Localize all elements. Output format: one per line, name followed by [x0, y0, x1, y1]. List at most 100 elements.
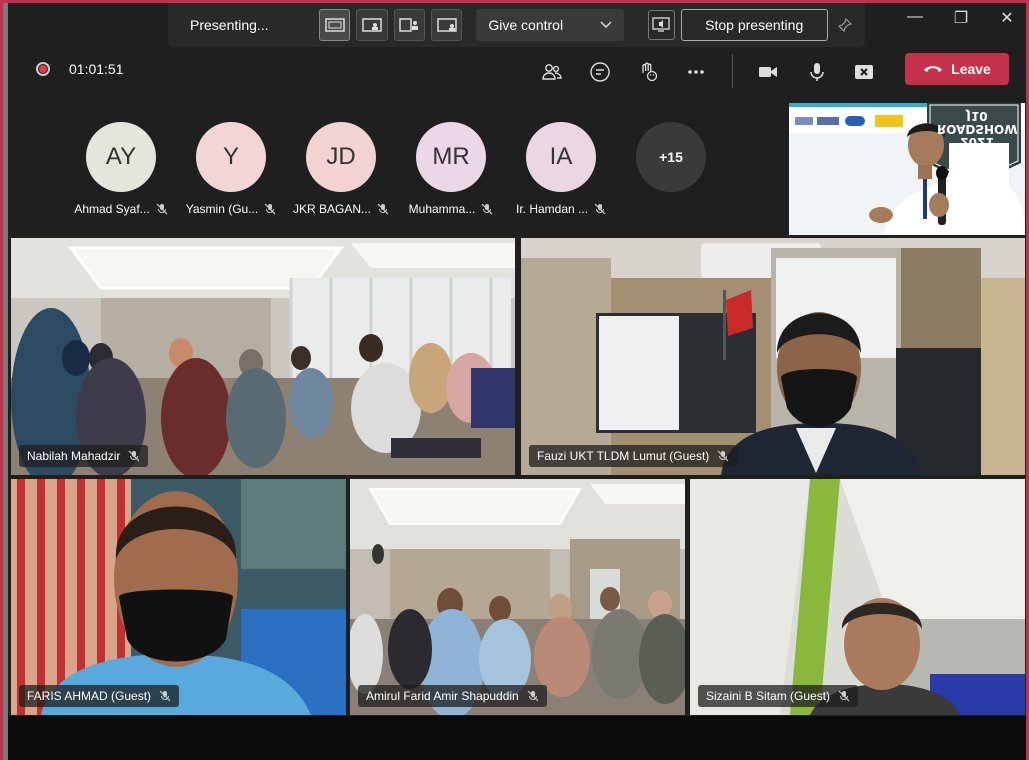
recording-icon [36, 62, 50, 76]
ellipsis-icon [688, 70, 704, 74]
more-actions-button[interactable] [682, 58, 710, 86]
layout-content-only-button[interactable] [319, 9, 351, 41]
avatar: AY [86, 122, 156, 192]
banner-line: J10 [966, 109, 988, 123]
mic-off-icon [481, 203, 493, 215]
roadshow-banner: 2021 ROADSHOW J10 [937, 109, 1018, 149]
participant-name-row: Ahmad Syaf... [68, 202, 174, 216]
avatar-initials: MR [432, 143, 470, 170]
participant-name-row: Muhamma... [398, 202, 504, 216]
give-control-label: Give control [488, 17, 564, 33]
video-tile[interactable]: Amirul Farid Amir Shapuddin [350, 479, 685, 715]
presenter-video[interactable]: 2021 ROADSHOW J10 [789, 103, 1025, 235]
chat-icon [590, 62, 610, 82]
participant-strip: AY Ahmad Syaf... Y Yasmin (Gu... JD JKR … [10, 100, 788, 236]
pin-icon[interactable] [834, 13, 857, 37]
layout-reporter-icon [436, 18, 457, 32]
video-frame [350, 479, 685, 715]
stop-share-icon [855, 65, 873, 79]
leave-button[interactable]: Leave [905, 53, 1009, 85]
background-strip [0, 0, 8, 760]
avatar-initials: IA [549, 143, 573, 170]
more-participants-button[interactable]: +15 [618, 122, 724, 192]
banner-line: ROADSHOW [937, 122, 1018, 136]
include-system-audio-button[interactable] [647, 10, 675, 40]
tile-name: Sizaini B Sitam (Guest) [706, 689, 831, 703]
avatar: Y [196, 122, 266, 192]
raise-hand-icon [642, 62, 658, 82]
participant-name-tag: Amirul Farid Amir Shapuddin [358, 685, 547, 707]
avatar-initials: JD [326, 143, 356, 170]
toolbar-divider [732, 54, 733, 88]
participant-avatar-item[interactable]: MR Muhamma... [398, 122, 504, 216]
layout-side-by-side-button[interactable] [393, 9, 426, 41]
window-controls: — ❐ ✕ [907, 8, 1015, 28]
show-conversation-button[interactable] [586, 58, 614, 86]
participant-avatar-item[interactable]: Y Yasmin (Gu... [178, 122, 284, 216]
participant-avatar-item[interactable]: IA Ir. Hamdan ... [508, 122, 614, 216]
stop-presenting-button[interactable]: Stop presenting [680, 9, 828, 41]
chevron-down-icon [599, 21, 612, 29]
video-frame [11, 238, 515, 475]
avatar-initials: AY [105, 143, 137, 170]
mic-off-icon [527, 690, 539, 702]
minimize-icon[interactable]: — [907, 8, 923, 28]
microphone-icon [810, 63, 824, 81]
microphone-button[interactable] [803, 58, 831, 86]
tile-name: Nabilah Mahadzir [27, 449, 121, 463]
camera-button[interactable] [754, 58, 782, 86]
participant-name: Ir. Hamdan ... [515, 202, 589, 216]
participant-name-tag: Fauzi UKT TLDM Lumut (Guest) [529, 445, 738, 467]
video-tile[interactable]: Nabilah Mahadzir [11, 238, 515, 475]
close-icon[interactable]: ✕ [999, 8, 1015, 28]
participant-name-row: Yasmin (Gu... [178, 202, 284, 216]
participant-name: Ahmad Syaf... [74, 202, 150, 216]
video-frame [11, 479, 346, 715]
banner-line: 2021 [960, 135, 994, 149]
layout-side-by-side-icon [399, 18, 419, 32]
meeting-toolbar: 01:01:51 Leave [8, 48, 1026, 98]
more-participants-avatar: +15 [636, 122, 706, 192]
mic-off-icon [594, 203, 606, 215]
layout-reporter-button[interactable] [431, 9, 463, 41]
reactions-button[interactable] [634, 58, 662, 86]
avatar: MR [416, 122, 486, 192]
give-control-dropdown[interactable]: Give control [476, 9, 624, 41]
meeting-timer: 01:01:51 [69, 61, 124, 77]
video-tile[interactable]: Fauzi UKT TLDM Lumut (Guest) [521, 238, 1025, 475]
participant-avatar-item[interactable]: JD JKR BAGAN... [288, 122, 394, 216]
participant-name-row: JKR BAGAN... [288, 202, 394, 216]
bottom-bar [8, 716, 1029, 760]
camera-icon [759, 67, 777, 77]
stop-presenting-label: Stop presenting [705, 17, 804, 33]
mic-off-icon [159, 690, 171, 702]
stop-sharing-button[interactable] [850, 58, 878, 86]
avatar: JD [306, 122, 376, 192]
participant-avatar-item[interactable]: AY Ahmad Syaf... [68, 122, 174, 216]
participant-name: JKR BAGAN... [292, 202, 372, 216]
hang-up-icon [924, 66, 943, 72]
maximize-icon[interactable]: ❐ [953, 8, 969, 28]
system-audio-icon [652, 17, 670, 32]
tile-name: Amirul Farid Amir Shapuddin [366, 689, 519, 703]
presenting-label: Presenting... [190, 17, 269, 33]
avatar-initials: Y [222, 143, 239, 170]
video-frame [521, 238, 1025, 475]
mic-off-icon [156, 203, 168, 215]
mic-off-icon [717, 450, 729, 462]
video-tile[interactable]: FARIS AHMAD (Guest) [11, 479, 346, 715]
tile-name: FARIS AHMAD (Guest) [27, 689, 152, 703]
more-count: +15 [659, 149, 683, 165]
show-participants-button[interactable] [538, 58, 566, 86]
participant-name-tag: Nabilah Mahadzir [19, 445, 149, 467]
participant-name-tag: FARIS AHMAD (Guest) [19, 685, 180, 707]
participant-name-tag: Sizaini B Sitam (Guest) [698, 685, 859, 707]
presenting-toolbar: Presenting... Give control Stop presenti… [168, 3, 865, 47]
video-frame [690, 479, 1025, 715]
leave-label: Leave [951, 61, 991, 77]
mic-off-icon [128, 450, 140, 462]
video-tile[interactable]: Sizaini B Sitam (Guest) [690, 479, 1025, 715]
layout-standout-button[interactable] [356, 9, 388, 41]
mic-off-icon [377, 203, 389, 215]
participant-name: Muhamma... [408, 202, 476, 216]
